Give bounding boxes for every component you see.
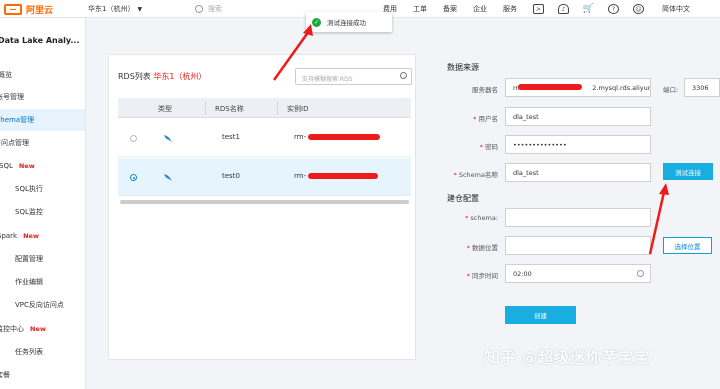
annotation-arrows (272, 24, 669, 255)
annotation-arrow-test (648, 191, 666, 255)
watermark: 知乎 @超级迷你芊宝宝 (484, 348, 650, 367)
annotation-arrowhead-toast (303, 24, 313, 36)
annotation-arrowhead-test (659, 183, 669, 195)
annotation-arrow-toast (272, 30, 311, 81)
